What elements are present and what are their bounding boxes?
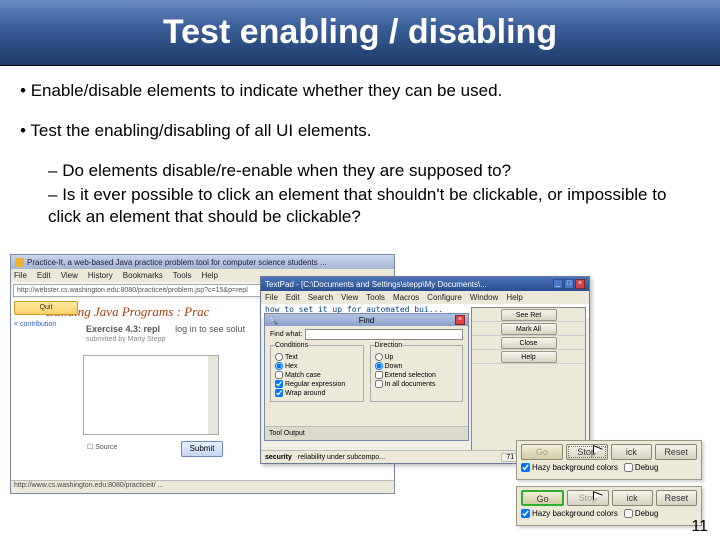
tp-menu-window[interactable]: Window [470, 293, 498, 302]
cond-hex[interactable]: Hex [275, 362, 359, 370]
textpad-titlebar: TextPad - [C:\Documents and Settings\ste… [261, 277, 589, 291]
textpad-menubar: File Edit Search View Tools Macros Confi… [261, 291, 589, 304]
code-textarea[interactable] [83, 355, 219, 435]
go-button-disabled: Go [521, 444, 563, 460]
tp-menu-macros[interactable]: Macros [393, 293, 419, 302]
menu-history[interactable]: History [88, 271, 113, 280]
tp-menu-tools[interactable]: Tools [366, 293, 385, 302]
browser-title-text: Practice-It, a web-based Java practice p… [27, 258, 327, 267]
control-strip-top: Go Stop ick Reset Hazy background colors… [516, 440, 702, 480]
tp-menu-configure[interactable]: Configure [427, 293, 462, 302]
dir-extend[interactable]: Extend selection [375, 371, 459, 379]
textpad-window: TextPad - [C:\Documents and Settings\ste… [260, 276, 590, 464]
favicon-icon [15, 258, 24, 267]
subbullet-1: Do elements disable/re-enable when they … [48, 160, 700, 182]
debug-checkbox-1[interactable]: Debug [624, 463, 659, 472]
find-what-label: Find what: [270, 331, 302, 338]
find-caption-icon: 🔍 [268, 316, 278, 325]
source-checkbox[interactable]: ☐ Source [87, 443, 117, 451]
cond-wrap[interactable]: Wrap around [275, 389, 359, 397]
page-number: 11 [691, 518, 708, 536]
tp-menu-search[interactable]: Search [308, 293, 333, 302]
stop-button-disabled: Stop [567, 490, 608, 506]
bullet-2: Test the enabling/disabling of all UI el… [20, 120, 700, 142]
slide-title-bar: Test enabling / disabling [0, 0, 720, 66]
find-titlebar: 🔍 Find × [265, 314, 468, 326]
tp-menu-view[interactable]: View [341, 293, 358, 302]
mark-all-button[interactable]: Mark All [501, 323, 557, 335]
close-button[interactable]: Close [501, 337, 557, 349]
menu-bookmarks[interactable]: Bookmarks [123, 271, 163, 280]
page-sidebar: Quit < contribution [14, 301, 78, 328]
menu-view[interactable]: View [61, 271, 78, 280]
browser-titlebar: Practice-It, a web-based Java practice p… [11, 255, 394, 269]
menu-edit[interactable]: Edit [37, 271, 51, 280]
ick-button[interactable]: ick [611, 444, 653, 460]
minimize-icon[interactable]: _ [553, 279, 563, 289]
control-strip-bottom: Go Stop ick Reset Hazy background colors… [516, 486, 702, 526]
reset-button-2[interactable]: Reset [656, 490, 697, 506]
stop-button-active[interactable]: Stop [566, 444, 608, 460]
cond-text[interactable]: Text [275, 353, 359, 361]
quit-button[interactable]: Quit [14, 301, 78, 315]
dir-down[interactable]: Down [375, 362, 459, 370]
see-ret-button[interactable]: See Ret [501, 309, 557, 321]
find-what-input[interactable] [305, 329, 463, 340]
close-icon[interactable]: × [575, 279, 585, 289]
cond-matchcase[interactable]: Match case [275, 371, 359, 379]
screenshots-region: Practice-It, a web-based Java practice p… [10, 254, 710, 524]
direction-group: Direction Up Down Extend selection In al… [370, 342, 464, 402]
status-security: security [265, 454, 292, 461]
slide-title: Test enabling / disabling [163, 13, 557, 52]
scrollbar[interactable] [208, 356, 218, 434]
status-sub: reliability under subcompo... [298, 454, 385, 461]
ick-button-2[interactable]: ick [612, 490, 653, 506]
reset-button[interactable]: Reset [655, 444, 697, 460]
cond-regex[interactable]: Regular expression [275, 380, 359, 388]
maximize-icon[interactable]: □ [564, 279, 574, 289]
bullet-1: Enable/disable elements to indicate whet… [20, 80, 700, 102]
submit-button[interactable]: Submit [181, 441, 223, 457]
contribution-link[interactable]: < contribution [14, 321, 78, 328]
tp-menu-file[interactable]: File [265, 293, 278, 302]
find-title-text: Find [359, 316, 375, 325]
dir-up[interactable]: Up [375, 353, 459, 361]
menu-help[interactable]: Help [201, 271, 217, 280]
hazy-checkbox-2[interactable]: Hazy background colors [521, 509, 618, 518]
dir-alldocs[interactable]: In all documents [375, 380, 459, 388]
menu-file[interactable]: File [14, 271, 27, 280]
subbullet-2: Is it ever possible to click an element … [48, 184, 700, 228]
conditions-group: Conditions Text Hex Match case Regular e… [270, 342, 364, 402]
find-close-icon[interactable]: × [455, 315, 465, 325]
find-tool-column: See Ret Mark All Close Help [471, 307, 586, 452]
debug-checkbox-2[interactable]: Debug [624, 509, 659, 518]
textpad-title-text: TextPad - [C:\Documents and Settings\ste… [265, 280, 487, 289]
browser-statusbar: http://www.cs.washington.edu:8080/practi… [11, 480, 394, 493]
go-button-enabled[interactable]: Go [521, 490, 564, 506]
find-footer: Tool Output [265, 426, 468, 440]
tp-menu-edit[interactable]: Edit [286, 293, 300, 302]
help-button[interactable]: Help [501, 351, 557, 363]
slide-body: Enable/disable elements to indicate whet… [0, 66, 720, 238]
tp-menu-help[interactable]: Help [506, 293, 522, 302]
tool-output-label: Tool Output [269, 430, 305, 437]
hazy-checkbox-1[interactable]: Hazy background colors [521, 463, 618, 472]
find-dialog: 🔍 Find × Find what: Conditions Text Hex … [264, 313, 469, 441]
menu-tools[interactable]: Tools [173, 271, 192, 280]
